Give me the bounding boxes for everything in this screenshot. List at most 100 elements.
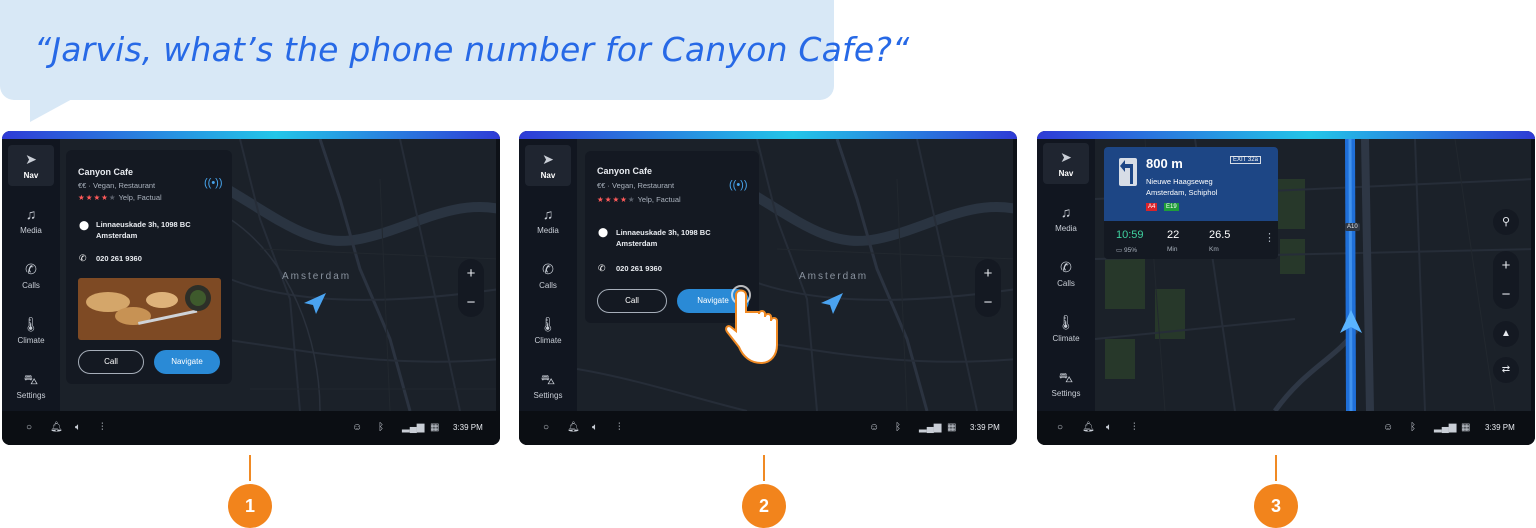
phone-icon: ✆ [79,253,87,263]
bluetooth-icon[interactable]: ᛒ [378,422,384,434]
sidebar-item-label: Settings [1051,389,1081,398]
sidebar-item-settings[interactable]: ⛍ Settings [519,371,577,400]
bluetooth-icon[interactable]: ᛒ [895,422,901,434]
address-line-2: Amsterdam [616,239,658,248]
volume-icon[interactable]: 🔈︎ [1106,422,1112,434]
thermometer-icon: 🌡︎ [539,316,557,332]
zoom-out-button[interactable]: − [975,288,1001,317]
app-grid-icon[interactable]: ▦ [1461,422,1470,434]
current-location-arrow-icon [304,293,326,314]
car-icon: ⛍ [540,371,556,387]
sidebar-item-settings[interactable]: ⛍ Settings [1037,369,1095,398]
profile-icon[interactable]: ☺ [1383,422,1393,434]
zoom-in-button[interactable]: + [1493,251,1519,280]
zoom-out-button[interactable]: − [1493,280,1519,309]
zoom-out-button[interactable]: − [458,288,484,317]
map-view[interactable]: Amsterdam + − Canyon Cafe €€ · Vegan, Re… [60,139,496,411]
step-connector-3 [1275,455,1277,481]
app-grid-icon[interactable]: ▦ [947,422,956,434]
profile-icon[interactable]: ☺ [869,422,879,434]
sidebar-item-calls[interactable]: ✆ Calls [2,261,60,290]
rating-stars: ★★★★★ [78,193,117,202]
zoom-in-button[interactable]: + [458,259,484,288]
sidebar-item-label: Climate [1052,334,1080,343]
screen-2: ➤ Nav ♫ Media ✆ Calls 🌡︎ Climate ⛍ Setti… [519,131,1017,445]
sidebar-item-climate[interactable]: 🌡︎ Climate [2,316,60,345]
map-view[interactable]: Amsterdam + − Canyon Cafe €€ · Vegan, Re… [577,139,1013,411]
place-address: Linnaeuskade 3h, 1098 BC Amsterdam [96,219,191,241]
place-phone: 020 261 9360 [616,264,662,273]
car-icon: ⛍ [1058,369,1074,385]
equalizer-icon[interactable]: ⫶ [1133,422,1136,434]
bluetooth-icon[interactable]: ᛒ [1410,422,1416,434]
equalizer-icon[interactable]: ⫶ [618,422,621,434]
navigate-button[interactable]: Navigate [154,350,220,374]
rating-source: Yelp, Factual [118,193,162,202]
more-options-icon[interactable]: ⋮ [1264,231,1275,244]
sidebar-item-calls[interactable]: ✆ Calls [1037,259,1095,288]
volume-icon[interactable]: 🔈︎ [75,422,81,434]
place-category: €€ · Vegan, Restaurant [78,181,156,190]
home-icon[interactable]: ○ [1057,422,1063,434]
address-line-2: Amsterdam [96,231,138,240]
notification-bell-icon[interactable]: 🔔︎ [50,422,63,434]
navigation-arrow-icon: ➤ [25,151,37,167]
zoom-control: + − [975,259,1001,317]
rating-source: Yelp, Factual [637,195,681,204]
turn-left-arrow-icon [1119,158,1137,186]
sidebar-item-label: Media [20,226,42,235]
app-grid-icon[interactable]: ▦ [430,422,439,434]
accent-bar [1037,131,1535,139]
road-badge-e19: E19 [1164,203,1179,211]
equalizer-icon[interactable]: ⫶ [101,422,104,434]
route-options-icon[interactable]: ⇄ [1493,357,1519,383]
search-icon[interactable]: ⚲ [1493,209,1519,235]
signal-strength-icon: ▂▄▆ [919,422,942,433]
step-marker-3: 3 [1254,484,1298,528]
turn-guidance-panel: 800 m EXIT 32a Nieuwe Haagseweg Amsterda… [1104,147,1278,221]
sidebar-item-nav[interactable]: ➤ Nav [8,145,54,186]
place-card: Canyon Cafe €€ · Vegan, Restaurant ((•))… [66,150,232,384]
sidebar-item-settings[interactable]: ⛍ Settings [2,371,60,400]
road-badge-a4: A4 [1146,203,1158,211]
sidebar-item-media[interactable]: ♫ Media [1037,204,1095,233]
call-button[interactable]: Call [597,289,667,313]
arrival-time: 10:59 [1116,229,1144,241]
profile-icon[interactable]: ☺ [352,422,362,434]
place-photo [78,278,221,340]
call-button[interactable]: Call [78,350,144,374]
sidebar-item-nav[interactable]: ➤ Nav [525,145,571,186]
sidebar: ➤ Nav ♫ Media ✆ Calls 🌡︎ Climate ⛍ Setti… [2,139,60,411]
sidebar-item-climate[interactable]: 🌡︎ Climate [1037,314,1095,343]
phone-icon: ✆ [1060,259,1072,275]
map-view[interactable]: A10 800 m EXIT 32a Nieuwe Haagseweg Amst… [1095,139,1531,411]
rating-stars: ★★★★★ [597,195,636,204]
notification-bell-icon[interactable]: 🔔︎ [1082,422,1095,434]
compass-icon[interactable]: ▲ [1493,321,1519,347]
zoom-control: + − [458,259,484,317]
notification-bell-icon[interactable]: 🔔︎ [567,422,580,434]
place-rating: ★★★★★ Yelp, Factual [78,193,162,202]
music-note-icon: ♫ [25,206,37,222]
home-icon[interactable]: ○ [543,422,549,434]
sidebar-item-label: Nav [540,171,556,180]
sidebar-item-calls[interactable]: ✆ Calls [519,261,577,290]
home-icon[interactable]: ○ [26,422,32,434]
remaining-distance-value: 26.5 [1209,229,1231,241]
sidebar-item-label: Settings [533,391,563,400]
sidebar-item-climate[interactable]: 🌡︎ Climate [519,316,577,345]
exit-label: EXIT [1233,157,1247,163]
sidebar-item-nav[interactable]: ➤ Nav [1043,143,1089,184]
current-location-arrow-icon [821,293,843,314]
music-note-icon: ♫ [542,206,554,222]
location-pin-icon: ⬤ [598,227,609,237]
sidebar-item-media[interactable]: ♫ Media [2,206,60,235]
sidebar-item-label: Calls [539,281,557,290]
volume-icon[interactable]: 🔈︎ [592,422,598,434]
sidebar-item-media[interactable]: ♫ Media [519,206,577,235]
phone-icon: ✆ [598,263,606,273]
phone-icon: ✆ [25,261,37,277]
step-connector-1 [249,455,251,481]
zoom-in-button[interactable]: + [975,259,1001,288]
place-name: Canyon Cafe [78,167,134,177]
